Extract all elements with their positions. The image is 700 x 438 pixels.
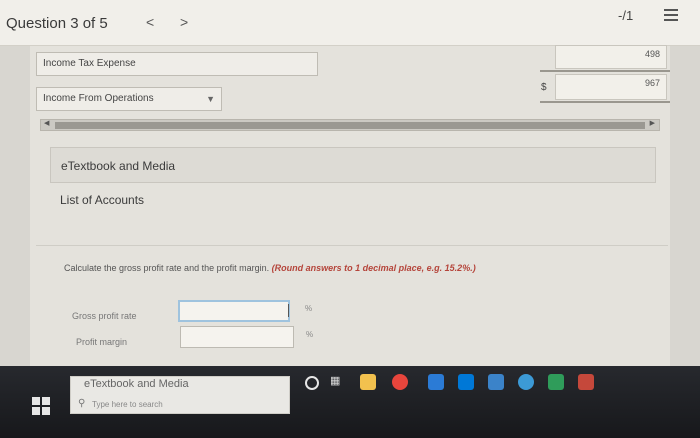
text-cursor: [288, 304, 289, 317]
account-select[interactable]: Income From Operations ▼: [36, 87, 222, 111]
currency-symbol: $: [541, 82, 547, 93]
next-question-button[interactable]: >: [180, 14, 188, 30]
gross-profit-rate-input[interactable]: [178, 300, 290, 322]
menu-icon[interactable]: [664, 9, 678, 21]
divider: [36, 245, 668, 246]
profit-margin-label: Profit margin: [76, 337, 128, 347]
chevron-down-icon: ▼: [206, 94, 215, 104]
score-display: -/1: [618, 8, 634, 23]
chrome-icon[interactable]: [392, 374, 408, 390]
question-instruction: Calculate the gross profit rate and the …: [64, 263, 476, 273]
amount-input-2[interactable]: 967: [555, 74, 667, 100]
search-icon: ⚲: [78, 398, 86, 409]
gross-profit-rate-label: Gross profit rate: [72, 311, 137, 321]
app-icon-2[interactable]: [548, 374, 564, 390]
edge-icon[interactable]: [518, 374, 534, 390]
scroll-left-icon[interactable]: ◀: [44, 119, 49, 127]
search-placeholder: Type here to search: [92, 400, 163, 409]
percent-unit: %: [305, 304, 313, 313]
list-of-accounts-button[interactable]: List of Accounts: [50, 188, 656, 212]
percent-unit: %: [306, 330, 314, 339]
income-tax-expense-field[interactable]: Income Tax Expense: [36, 52, 318, 76]
scroll-right-icon[interactable]: ▶: [650, 119, 655, 127]
question-header: Question 3 of 5 < > -/1: [0, 0, 700, 46]
etextbook-button[interactable]: eTextbook and Media: [50, 147, 656, 183]
previous-question-button[interactable]: <: [146, 14, 154, 30]
rounding-note: (Round answers to 1 decimal place, e.g. …: [271, 263, 476, 273]
mail-icon[interactable]: [488, 374, 504, 390]
windows-start-icon[interactable]: [32, 397, 52, 417]
app-icon[interactable]: [428, 374, 444, 390]
profit-margin-input[interactable]: [180, 326, 294, 348]
instruction-text: Calculate the gross profit rate and the …: [64, 263, 270, 273]
cortana-icon[interactable]: [305, 376, 319, 390]
horizontal-scrollbar[interactable]: ◀ ▶: [40, 119, 660, 131]
account-select-label: Income From Operations: [43, 93, 154, 104]
single-underline: [540, 70, 670, 72]
double-underline: [540, 101, 670, 103]
amount-input-1[interactable]: 498: [555, 45, 667, 69]
scroll-thumb[interactable]: [55, 122, 645, 129]
app-icon-3[interactable]: [578, 374, 594, 390]
file-explorer-icon[interactable]: [360, 374, 376, 390]
etextbook-link-bottom[interactable]: eTextbook and Media: [84, 378, 189, 390]
question-counter: Question 3 of 5: [6, 15, 108, 32]
task-view-icon[interactable]: ▦: [330, 374, 346, 390]
store-icon[interactable]: [458, 374, 474, 390]
